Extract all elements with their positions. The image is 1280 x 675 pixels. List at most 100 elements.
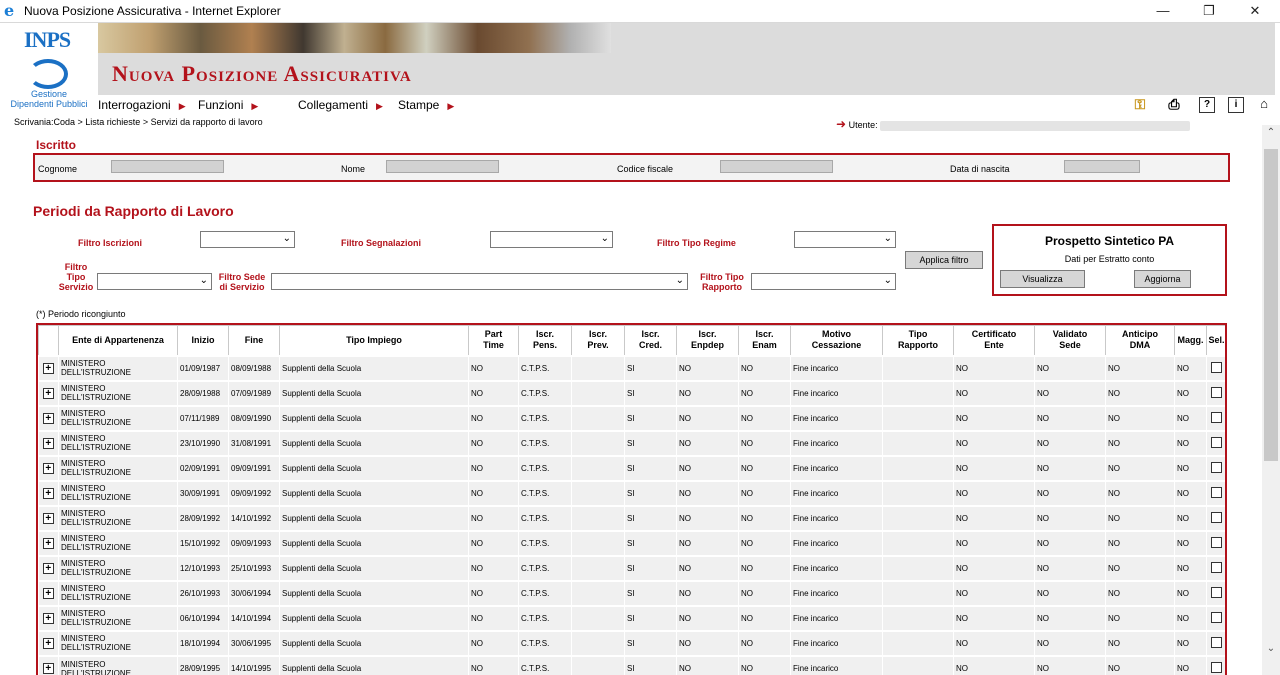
- expand-row-icon[interactable]: +: [42, 412, 54, 424]
- table-row: + MINISTERO DELL'ISTRUZIONE 28/09/1992 14/10…: [38, 504, 1225, 531]
- expand-row-icon[interactable]: +: [42, 537, 54, 549]
- close-icon[interactable]: ✕: [1232, 0, 1278, 23]
- cert-cell: NO: [953, 629, 1035, 656]
- column-header: Validato Sede: [1034, 325, 1106, 356]
- filtro-sede-select[interactable]: ⌄: [271, 273, 688, 290]
- restore-icon[interactable]: ❐: [1186, 0, 1232, 23]
- header-photo-strip: [98, 23, 611, 53]
- enpdep-cell: NO: [676, 654, 739, 675]
- select-checkbox[interactable]: [1211, 561, 1222, 573]
- select-checkbox[interactable]: [1211, 436, 1222, 448]
- select-checkbox[interactable]: [1211, 636, 1222, 648]
- page-scrollbar[interactable]: ⌃ ⌄: [1262, 125, 1280, 675]
- menu-stampe[interactable]: Stampe ▶: [398, 98, 454, 112]
- ente-cell: MINISTERO DELL'ISTRUZIONE: [58, 654, 178, 675]
- help-icon[interactable]: ?: [1199, 97, 1215, 113]
- fine-cell: 09/09/1991: [228, 454, 280, 481]
- select-checkbox[interactable]: [1211, 511, 1222, 523]
- select-checkbox[interactable]: [1211, 411, 1222, 423]
- filtro-tipo-regime-label: Filtro Tipo Regime: [657, 238, 736, 248]
- select-checkbox[interactable]: [1211, 486, 1222, 498]
- motivo-cell: Fine incarico: [790, 404, 883, 431]
- menu-funzioni[interactable]: Funzioni ▶: [198, 98, 258, 112]
- cert-cell: NO: [953, 604, 1035, 631]
- prev-cell: [571, 554, 625, 581]
- filtro-iscrizioni-select[interactable]: ⌄: [200, 231, 295, 248]
- magg-cell: NO: [1174, 654, 1207, 675]
- table-row: + MINISTERO DELL'ISTRUZIONE 28/09/1995 14/10…: [38, 654, 1225, 675]
- expand-row-icon[interactable]: +: [42, 512, 54, 524]
- part-cell: NO: [468, 454, 519, 481]
- enpdep-cell: NO: [676, 504, 739, 531]
- expand-row-icon[interactable]: +: [42, 637, 54, 649]
- select-checkbox[interactable]: [1211, 586, 1222, 598]
- ente-cell: MINISTERO DELL'ISTRUZIONE: [58, 554, 178, 581]
- antic-cell: NO: [1105, 454, 1175, 481]
- info-icon[interactable]: i: [1228, 97, 1244, 113]
- fine-cell: 14/10/1995: [228, 654, 280, 675]
- fine-cell: 30/06/1994: [228, 579, 280, 606]
- column-header: Certificato Ente: [953, 325, 1035, 356]
- pens-cell: C.T.P.S.: [518, 429, 572, 456]
- ente-cell: MINISTERO DELL'ISTRUZIONE: [58, 529, 178, 556]
- scrollbar-thumb[interactable]: [1264, 149, 1278, 461]
- select-checkbox[interactable]: [1211, 611, 1222, 623]
- expand-row-icon[interactable]: +: [42, 387, 54, 399]
- inizio-cell: 18/10/1994: [177, 629, 229, 656]
- select-checkbox[interactable]: [1211, 536, 1222, 548]
- minimize-icon[interactable]: —: [1140, 0, 1186, 23]
- menu-collegamenti[interactable]: Collegamenti ▶: [298, 98, 383, 112]
- periodi-table: Ente di Appartenenza Inizio Fine Tipo Impie…: [36, 323, 1227, 675]
- expand-row-icon[interactable]: +: [42, 612, 54, 624]
- enam-cell: NO: [738, 629, 791, 656]
- tipo-cell: Supplenti della Scuola: [279, 629, 469, 656]
- ente-cell: MINISTERO DELL'ISTRUZIONE: [58, 429, 178, 456]
- aggiorna-button[interactable]: Aggiorna: [1134, 270, 1191, 288]
- applica-filtro-button[interactable]: Applica filtro: [905, 251, 983, 269]
- scroll-up-icon[interactable]: ⌃: [1262, 127, 1280, 145]
- select-checkbox[interactable]: [1211, 461, 1222, 473]
- inizio-cell: 01/09/1987: [177, 354, 229, 381]
- expand-row-icon[interactable]: +: [42, 587, 54, 599]
- home-icon[interactable]: ⌂: [1256, 97, 1272, 113]
- filtro-tipo-rapporto-select[interactable]: ⌄: [751, 273, 896, 290]
- scroll-down-icon[interactable]: ⌄: [1262, 643, 1280, 661]
- rapporto-cell: [882, 479, 954, 506]
- magg-cell: NO: [1174, 579, 1207, 606]
- enam-cell: NO: [738, 579, 791, 606]
- filtro-segnalazioni-select[interactable]: ⌄: [490, 231, 613, 248]
- fine-cell: 08/09/1988: [228, 354, 280, 381]
- key-icon[interactable]: ⚿: [1132, 97, 1148, 113]
- tipo-cell: Supplenti della Scuola: [279, 554, 469, 581]
- filtro-tipo-servizio-select[interactable]: ⌄: [97, 273, 212, 290]
- filtro-tipo-regime-select[interactable]: ⌄: [794, 231, 896, 248]
- prev-cell: [571, 504, 625, 531]
- menu-interrogazioni[interactable]: Interrogazioni ▶: [98, 98, 186, 112]
- enpdep-cell: NO: [676, 604, 739, 631]
- expand-row-icon[interactable]: +: [42, 462, 54, 474]
- valid-cell: NO: [1034, 504, 1106, 531]
- rapporto-cell: [882, 554, 954, 581]
- antic-cell: NO: [1105, 504, 1175, 531]
- expand-row-icon[interactable]: +: [42, 437, 54, 449]
- table-row: + MINISTERO DELL'ISTRUZIONE 01/09/1987 08/09…: [38, 354, 1225, 381]
- motivo-cell: Fine incarico: [790, 504, 883, 531]
- enam-cell: NO: [738, 529, 791, 556]
- expand-row-icon[interactable]: +: [42, 562, 54, 574]
- rapporto-cell: [882, 604, 954, 631]
- select-checkbox[interactable]: [1211, 386, 1222, 398]
- window-title: Nuova Posizione Assicurativa - Internet …: [24, 4, 281, 18]
- expand-row-icon[interactable]: +: [42, 663, 54, 674]
- part-cell: NO: [468, 504, 519, 531]
- cred-cell: SI: [624, 429, 677, 456]
- visualizza-button[interactable]: Visualizza: [1000, 270, 1085, 288]
- expand-row-icon[interactable]: +: [42, 487, 54, 499]
- pens-cell: C.T.P.S.: [518, 629, 572, 656]
- cert-cell: NO: [953, 379, 1035, 406]
- select-checkbox[interactable]: [1211, 361, 1222, 373]
- printer-icon[interactable]: ⎙: [1166, 97, 1182, 113]
- cognome-label: Cognome: [38, 164, 78, 174]
- expand-row-icon[interactable]: +: [42, 362, 54, 374]
- rapporto-cell: [882, 579, 954, 606]
- select-checkbox[interactable]: [1211, 662, 1222, 673]
